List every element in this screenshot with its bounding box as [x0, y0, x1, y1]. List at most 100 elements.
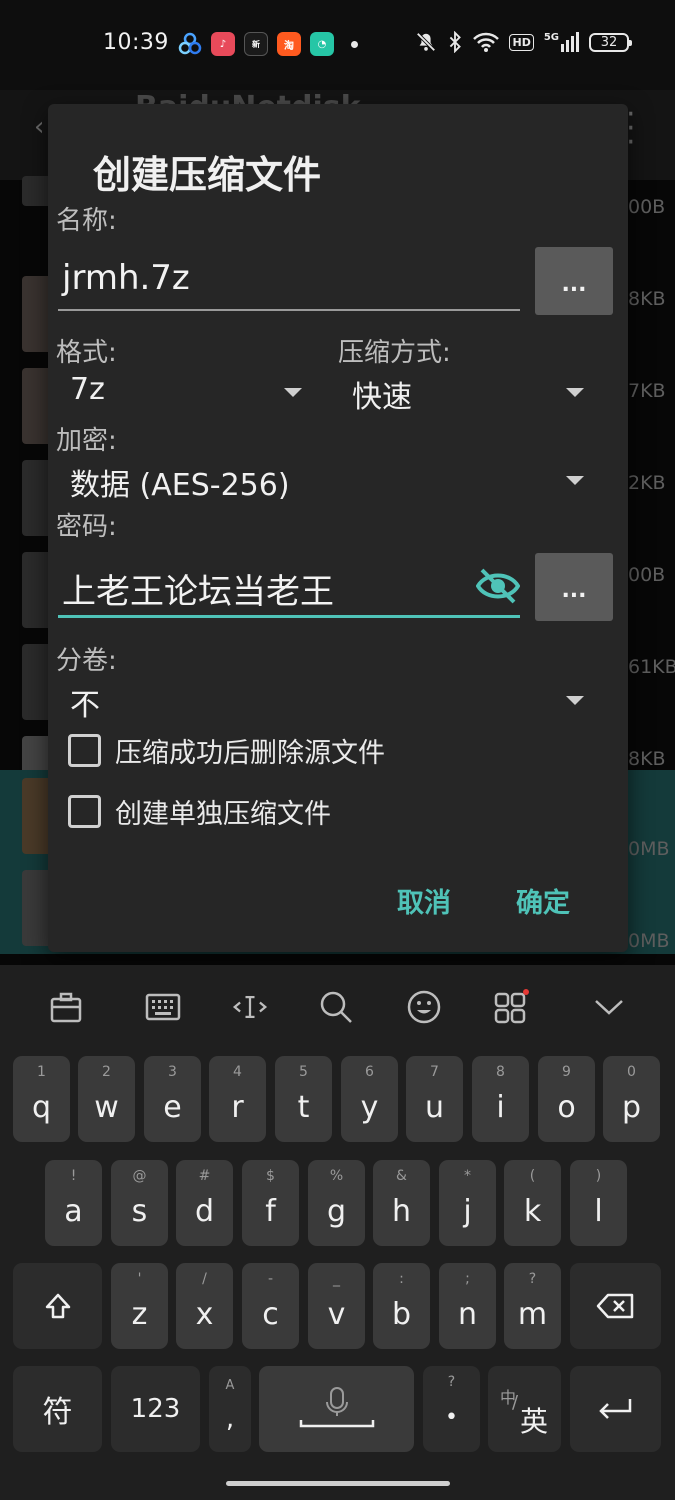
symbols-key[interactable]: 符: [13, 1366, 102, 1452]
key-y[interactable]: 6y: [341, 1056, 398, 1142]
battery-level: 32: [600, 34, 618, 50]
visibility-toggle-icon[interactable]: [476, 566, 520, 606]
chevron-down-icon: [566, 388, 584, 397]
format-label: 格式:: [56, 338, 117, 368]
format-value: 7z: [70, 372, 105, 407]
encryption-dropdown[interactable]: 数据 (AES-256): [48, 454, 600, 510]
key-t[interactable]: 5t: [275, 1056, 332, 1142]
status-bar: 10:39 ♪ 新 淘 ◔ HD 5G 32: [0, 0, 675, 90]
compression-method-label: 压缩方式:: [338, 338, 451, 368]
key-k[interactable]: (k: [504, 1160, 561, 1246]
key-x[interactable]: / x: [176, 1263, 233, 1349]
encryption-label: 加密:: [56, 426, 117, 456]
microphone-icon: [299, 1387, 374, 1428]
encryption-value: 数据 (AES-256): [70, 468, 290, 503]
more-notifications-dot: [351, 40, 358, 48]
key-l[interactable]: ) l: [570, 1160, 627, 1246]
dialog-title: 创建压缩文件: [93, 153, 322, 197]
create-archive-dialog: 创建压缩文件 名称: jrmh.7z ... 格式: 压缩方式: 7z 快速 加…: [48, 104, 628, 952]
chat-app-icon: ◔: [310, 32, 334, 56]
checkbox-box[interactable]: [68, 734, 101, 767]
password-label: 密码:: [56, 512, 117, 542]
soft-keyboard: 1q 2w 3e 4r 5t 6y 7u 8i 9o 0p ! a @ s # d $…: [0, 965, 675, 1500]
key-u[interactable]: 7u: [406, 1056, 463, 1142]
browse-path-button[interactable]: ...: [535, 247, 613, 315]
language-switch-key[interactable]: 中 / 英: [488, 1366, 561, 1452]
back-arrow-icon: ‹: [34, 112, 45, 142]
chevron-down-icon: [284, 388, 302, 397]
apps-grid-icon[interactable]: [493, 989, 529, 1025]
password-input[interactable]: 上老王论坛当老王: [62, 564, 334, 613]
backspace-icon: [596, 1293, 633, 1319]
mute-icon: [416, 32, 437, 52]
emoji-icon[interactable]: [406, 989, 442, 1025]
delete-source-label: 压缩成功后删除源文件: [115, 738, 385, 769]
chevron-down-icon: [566, 696, 584, 705]
notification-icons: ♪ 新 淘 ◔: [178, 32, 358, 56]
split-volume-value: 不: [70, 688, 100, 723]
enter-key[interactable]: [570, 1366, 661, 1452]
key-q[interactable]: 1q: [13, 1056, 70, 1142]
bluetooth-icon: [450, 31, 462, 53]
key-v[interactable]: _ v: [308, 1263, 365, 1349]
password-options-button[interactable]: ...: [535, 553, 613, 621]
key-p[interactable]: 0p: [603, 1056, 660, 1142]
password-underline: [58, 615, 520, 618]
cancel-button[interactable]: 取消: [397, 881, 451, 920]
key-n[interactable]: ; n: [439, 1263, 496, 1349]
format-dropdown[interactable]: 7z: [48, 366, 316, 422]
key-c[interactable]: -c: [242, 1263, 299, 1349]
key-z[interactable]: ' z: [111, 1263, 168, 1349]
name-input[interactable]: jrmh.7z: [62, 258, 190, 298]
status-indicators: HD 5G 32: [415, 31, 632, 53]
key-g[interactable]: % g: [308, 1160, 365, 1246]
music-app-icon: ♪: [211, 32, 235, 56]
comma-key[interactable]: A ,: [209, 1366, 251, 1452]
taobao-app-icon: 淘: [277, 32, 301, 56]
key-w[interactable]: 2w: [78, 1056, 135, 1142]
compression-method-value: 快速: [352, 380, 412, 415]
keyboard-toolbar: [0, 965, 675, 1049]
name-label: 名称:: [56, 206, 117, 236]
key-a[interactable]: ! a: [45, 1160, 102, 1246]
shift-key[interactable]: [13, 1263, 102, 1349]
backspace-key[interactable]: [570, 1263, 661, 1349]
key-d[interactable]: # d: [176, 1160, 233, 1246]
key-b[interactable]: :b: [373, 1263, 430, 1349]
hd-badge: HD: [509, 33, 534, 51]
separate-archive-label: 创建单独压缩文件: [115, 799, 331, 830]
ok-button[interactable]: 确定: [516, 881, 570, 920]
key-i[interactable]: 8i: [472, 1056, 529, 1142]
key-m[interactable]: ? m: [504, 1263, 561, 1349]
name-underline: [58, 309, 520, 311]
wifi-icon: [473, 32, 500, 52]
battery-icon: 32: [589, 32, 632, 52]
home-indicator[interactable]: [226, 1481, 450, 1486]
shift-icon: [45, 1293, 70, 1319]
keyboard-layout-icon[interactable]: [145, 989, 181, 1025]
delete-source-checkbox[interactable]: 压缩成功后删除源文件: [68, 731, 385, 770]
cluster-app-icon: [178, 32, 202, 56]
period-key[interactable]: ? •: [423, 1366, 480, 1452]
key-s[interactable]: @ s: [111, 1160, 168, 1246]
space-key[interactable]: [259, 1366, 414, 1452]
status-time: 10:39: [103, 30, 169, 55]
enter-icon: [598, 1399, 631, 1419]
news-app-icon: 新: [244, 32, 268, 56]
cursor-move-icon[interactable]: [232, 989, 268, 1025]
key-r[interactable]: 4r: [209, 1056, 266, 1142]
split-volume-dropdown[interactable]: 不: [48, 672, 600, 728]
key-e[interactable]: 3e: [144, 1056, 201, 1142]
clipboard-icon[interactable]: [48, 989, 84, 1025]
numbers-key[interactable]: 123: [111, 1366, 200, 1452]
signal-icon: 5G: [544, 32, 579, 52]
key-o[interactable]: 9o: [538, 1056, 595, 1142]
key-f[interactable]: $ f: [242, 1160, 299, 1246]
compression-method-dropdown[interactable]: 快速: [338, 366, 600, 422]
key-h[interactable]: & h: [373, 1160, 430, 1246]
key-j[interactable]: * j: [439, 1160, 496, 1246]
separate-archive-checkbox[interactable]: 创建单独压缩文件: [68, 792, 331, 831]
search-icon[interactable]: [318, 989, 354, 1025]
collapse-keyboard-icon[interactable]: [591, 989, 627, 1025]
checkbox-box[interactable]: [68, 795, 101, 828]
